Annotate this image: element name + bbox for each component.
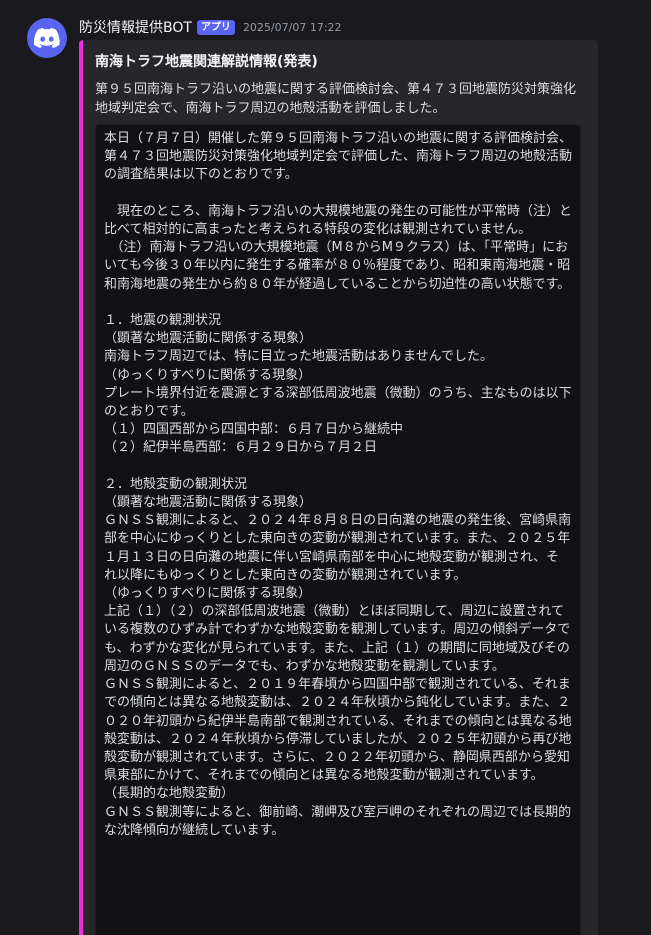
discord-logo-icon xyxy=(34,28,60,48)
message-embed: 南海トラフ地震関連解説情報(発表) 第９５回南海トラフ沿いの地震に関する評価検討… xyxy=(79,40,598,935)
message-timestamp[interactable]: 2025/07/07 17:22 xyxy=(243,21,342,34)
username[interactable]: 防災情報提供BOT xyxy=(79,17,192,37)
chat-message: 防災情報提供BOT アプリ 2025/07/07 17:22 南海トラフ地震関連… xyxy=(0,0,651,935)
embed-color-bar xyxy=(79,40,83,935)
code-block-text: 本日（７月７日）開催した第９５回南海トラフ沿いの地震に関する評価検討会、第４７３… xyxy=(104,131,573,838)
embed-title: 南海トラフ地震関連解説情報(発表) xyxy=(95,54,318,70)
bot-avatar[interactable] xyxy=(27,18,67,58)
app-badge: アプリ xyxy=(196,19,235,35)
embed-code-block[interactable]: 本日（７月７日）開催した第９５回南海トラフ沿いの地震に関する評価検討会、第４７３… xyxy=(95,124,581,935)
message-header: 防災情報提供BOT アプリ 2025/07/07 17:22 xyxy=(79,16,342,38)
embed-description: 第９５回南海トラフ沿いの地震に関する評価検討会、第４７３回地震防災対策強化地域判… xyxy=(95,82,577,116)
